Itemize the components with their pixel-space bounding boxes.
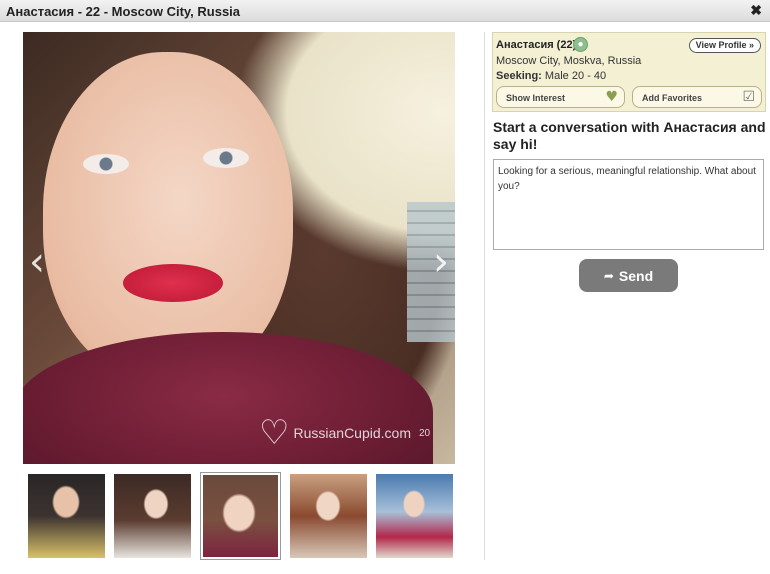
thumbnail-1[interactable] xyxy=(28,474,105,558)
seeking-value: Male 20 - 40 xyxy=(544,70,607,82)
thumbnail-4[interactable] xyxy=(290,474,367,558)
thumbnail-strip xyxy=(28,472,453,560)
profile-info-box: Анастасия (22) ● View Profile » Moscow C… xyxy=(492,32,766,112)
send-button[interactable]: ➦ Send xyxy=(579,259,678,292)
previous-photo-icon[interactable]: ‹ xyxy=(29,242,45,282)
title-bar: Анастасия - 22 - Moscow City, Russia ✖ xyxy=(0,0,770,22)
view-profile-button[interactable]: View Profile » xyxy=(688,38,761,53)
photo-lips xyxy=(123,264,223,302)
heart-logo-icon: ♡ xyxy=(259,413,290,453)
show-interest-label: Show Interest xyxy=(506,93,566,103)
window-title: Анастасия - 22 - Moscow City, Russia xyxy=(6,4,241,19)
seeking-label: Seeking: xyxy=(496,70,542,82)
profile-name-age: Анастасия (22) xyxy=(496,39,577,51)
profile-seeking: Seeking: Male 20 - 40 xyxy=(496,70,606,82)
send-arrow-icon: ➦ xyxy=(603,268,614,283)
column-divider xyxy=(484,32,485,560)
main-photo: ‹ › ♡ RussianCupid.com 20 xyxy=(23,32,455,464)
next-photo-icon[interactable]: › xyxy=(433,242,449,282)
watermark: ♡ RussianCupid.com 20 xyxy=(259,416,430,450)
add-favorites-button[interactable]: Add Favorites ☑ xyxy=(632,86,762,108)
heart-icon: ♥ xyxy=(605,89,618,105)
checkbox-icon: ☑ xyxy=(742,89,755,105)
add-favorites-label: Add Favorites xyxy=(642,93,703,103)
photo-eye-right xyxy=(203,148,249,168)
conversation-heading: Start a conversation with Анастасия and … xyxy=(493,119,766,152)
profile-location: Moscow City, Moskva, Russia xyxy=(496,55,642,67)
show-interest-button[interactable]: Show Interest ♥ xyxy=(496,86,625,108)
close-icon[interactable]: ✖ xyxy=(750,2,762,19)
thumbnail-3[interactable] xyxy=(200,472,281,560)
watermark-number: 20 xyxy=(418,427,431,439)
watermark-text: RussianCupid.com xyxy=(293,425,411,441)
send-label: Send xyxy=(618,267,654,284)
online-user-icon: ● xyxy=(573,37,588,52)
message-textarea[interactable]: Looking for a serious, meaningful relati… xyxy=(493,159,764,250)
photo-eye-left xyxy=(83,154,129,174)
thumbnail-5[interactable] xyxy=(376,474,453,558)
thumbnail-2[interactable] xyxy=(114,474,191,558)
